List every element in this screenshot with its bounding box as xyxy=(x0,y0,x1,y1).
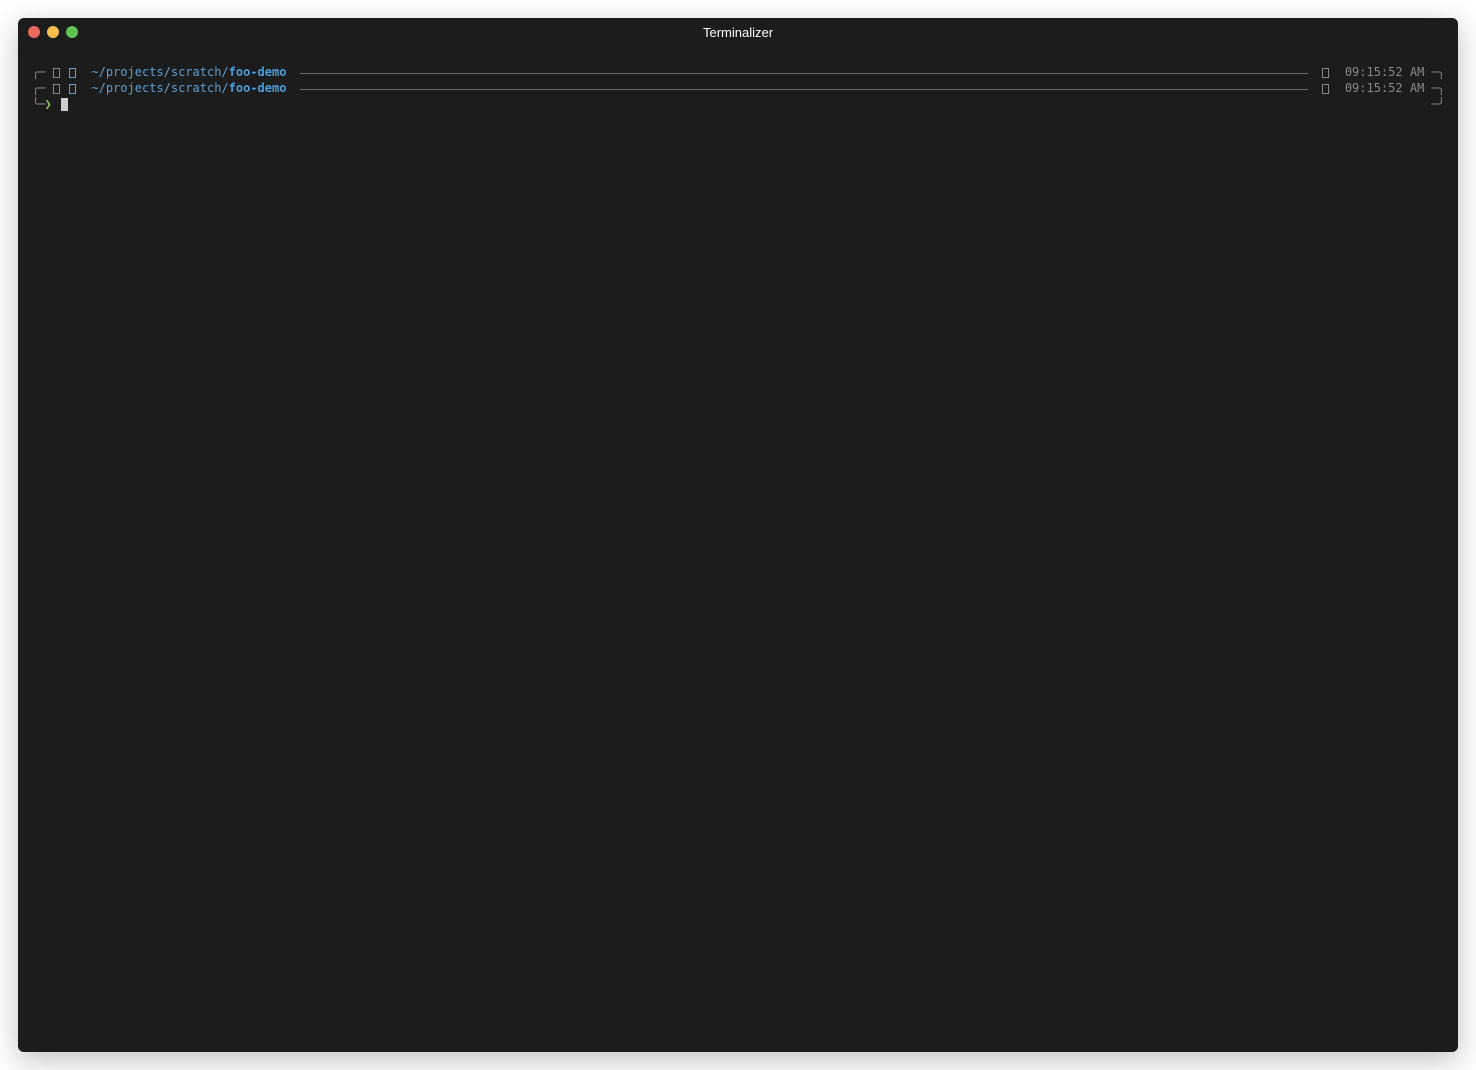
clock-icon xyxy=(1322,84,1329,94)
box-corner-top-right-icon: ─╮ xyxy=(1432,64,1444,80)
titlebar: Terminalizer xyxy=(18,18,1458,46)
time-text: 09:15:52 AM xyxy=(1345,80,1424,96)
box-corner-top-right-icon: ─╮ xyxy=(1432,80,1444,96)
box-corner-top-left-icon: ╭─ xyxy=(32,64,44,80)
traffic-lights xyxy=(28,26,78,38)
git-icon xyxy=(69,68,76,78)
prompt-line: ╭─ ~/projects/scratch/foo-demo 09:15:52 … xyxy=(32,80,1444,96)
cursor-icon xyxy=(61,98,68,111)
close-icon[interactable] xyxy=(28,26,40,38)
time-text: 09:15:52 AM xyxy=(1345,64,1424,80)
terminal-window: Terminalizer ╭─ ~/projects/scratch/foo-d… xyxy=(18,18,1458,1052)
path-prefix: ~/projects/scratch/ xyxy=(91,64,228,80)
path-dir: foo-demo xyxy=(229,64,287,80)
input-line[interactable]: ╰─ ❯ ─╯ xyxy=(32,96,1444,112)
box-corner-bottom-right-icon: ─╯ xyxy=(1432,96,1444,112)
maximize-icon[interactable] xyxy=(66,26,78,38)
prompt-line: ╭─ ~/projects/scratch/foo-demo 09:15:52 … xyxy=(32,64,1444,80)
box-corner-top-left-icon: ╭─ xyxy=(32,80,44,96)
prompt-arrow-icon: ❯ xyxy=(44,96,51,112)
path-prefix: ~/projects/scratch/ xyxy=(91,80,228,96)
path-dir: foo-demo xyxy=(229,80,287,96)
git-icon xyxy=(69,84,76,94)
window-title: Terminalizer xyxy=(703,25,773,40)
clock-icon xyxy=(1322,68,1329,78)
filler-line xyxy=(300,73,1308,74)
minimize-icon[interactable] xyxy=(47,26,59,38)
filler-line xyxy=(300,89,1308,90)
box-corner-bottom-left-icon: ╰─ xyxy=(32,96,44,112)
terminal-body[interactable]: ╭─ ~/projects/scratch/foo-demo 09:15:52 … xyxy=(18,46,1458,1052)
folder-icon xyxy=(53,84,60,94)
folder-icon xyxy=(53,68,60,78)
